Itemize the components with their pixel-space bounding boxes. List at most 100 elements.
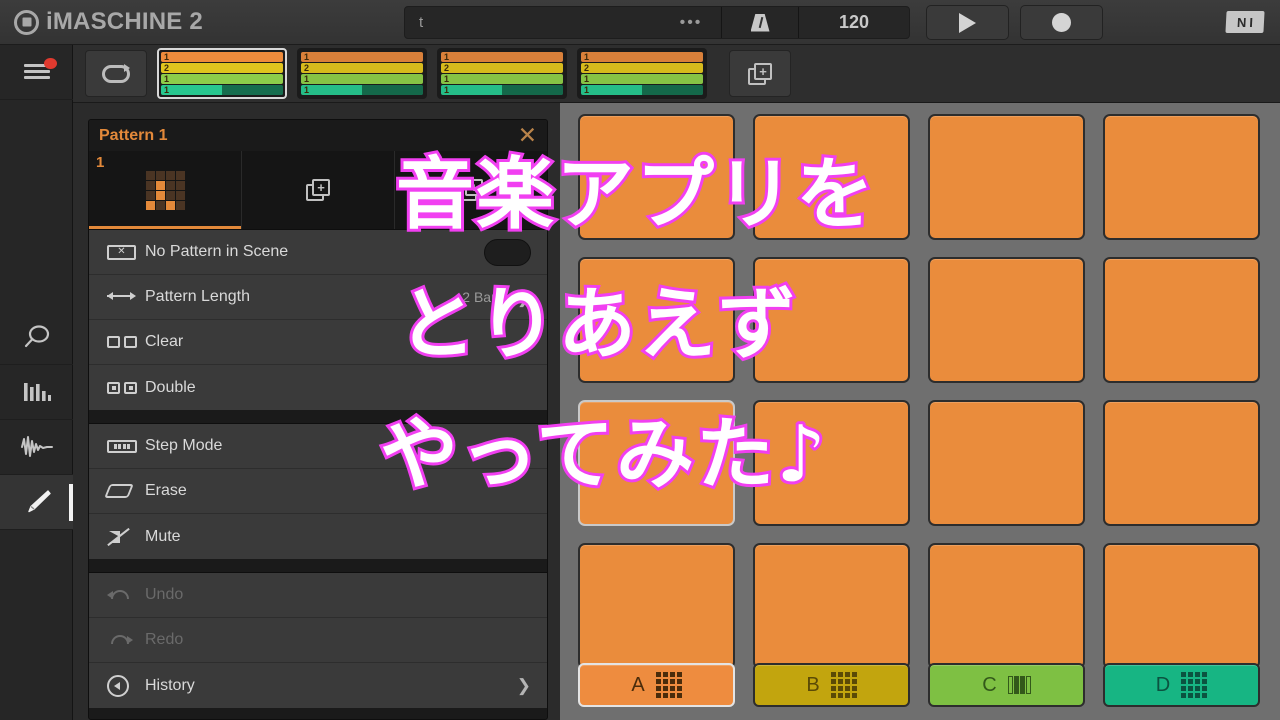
close-icon[interactable]: ✕	[518, 124, 537, 147]
scene-row[interactable]: 2	[161, 63, 283, 73]
pad[interactable]	[578, 257, 735, 383]
scene-row-number: 2	[304, 63, 310, 73]
menu-item-step-mode[interactable]: Step Mode	[89, 424, 547, 469]
scene-row[interactable]: 2	[441, 63, 563, 73]
loop-button[interactable]	[85, 50, 147, 97]
pad[interactable]	[1103, 257, 1260, 383]
app-title: iMASCHINE 2	[46, 8, 203, 35]
toggle-switch[interactable]	[484, 238, 531, 266]
pattern-cell	[145, 170, 155, 180]
scene-row[interactable]: 1	[301, 85, 423, 95]
add-pattern-tab[interactable]: +	[395, 151, 547, 229]
menu-item-pattern-length[interactable]: Pattern Length 2 Bars ❯	[89, 275, 547, 320]
menu-item-erase[interactable]: Erase	[89, 469, 547, 514]
record-button[interactable]	[1020, 5, 1103, 40]
group-button-b[interactable]: B	[753, 663, 910, 707]
menu-group-separator	[89, 559, 547, 572]
menu-item-no-pattern-in-scene[interactable]: ✕ No Pattern in Scene	[89, 230, 547, 275]
scene-slot[interactable]: 1211	[297, 48, 427, 99]
pad[interactable]	[1103, 400, 1260, 526]
scene-slot[interactable]: 1211	[437, 48, 567, 99]
pad-grid-cell	[1181, 686, 1187, 691]
pad-grid-cell	[662, 672, 668, 677]
ni-letter-n: N	[1236, 14, 1247, 30]
scene-row[interactable]: 1	[581, 74, 703, 84]
pad[interactable]	[928, 400, 1085, 526]
scene-row-number: 1	[304, 85, 310, 95]
pad[interactable]	[928, 543, 1085, 669]
menu-item-label: Pattern Length	[145, 288, 250, 305]
scene-row[interactable]: 1	[301, 52, 423, 62]
pattern-tab-active[interactable]: 1	[89, 151, 242, 229]
menu-item-mute[interactable]: Mute	[89, 514, 547, 559]
pad[interactable]	[1103, 114, 1260, 240]
group-button-letter: B	[806, 673, 820, 696]
pad-grid-cell	[830, 693, 836, 698]
scene-row[interactable]: 1	[441, 85, 563, 95]
waveform-icon	[20, 436, 53, 457]
pad-grid-cell	[1188, 686, 1194, 691]
add-pattern-tab[interactable]: +	[242, 151, 395, 229]
pattern-cell	[155, 200, 165, 210]
scene-row-number: 1	[304, 74, 310, 84]
metronome-button[interactable]	[722, 13, 798, 32]
scene-row[interactable]: 1	[441, 74, 563, 84]
pad[interactable]	[753, 400, 910, 526]
scene-row[interactable]: 1	[581, 85, 703, 95]
group-button-a[interactable]: A	[578, 663, 735, 707]
scene-row[interactable]: 2	[581, 63, 703, 73]
hamburger-menu-icon	[23, 58, 57, 80]
sidebar-item-levels[interactable]	[0, 365, 73, 420]
menu-item-clear[interactable]: Clear	[89, 320, 547, 365]
menu-item-redo: Redo	[89, 618, 547, 663]
menu-group-separator	[89, 410, 547, 423]
pad-grid-cell	[837, 672, 843, 677]
pad[interactable]	[1103, 543, 1260, 669]
menu-item-label: Step Mode	[145, 437, 223, 454]
project-name-field[interactable]: t ••• 120	[404, 6, 910, 39]
scene-row[interactable]: 1	[441, 52, 563, 62]
scene-row-empty-half	[502, 85, 563, 95]
pad-grid-cell	[655, 693, 661, 698]
scene-row[interactable]: 1	[581, 52, 703, 62]
group-button-c[interactable]: C	[928, 663, 1085, 707]
group-button-d[interactable]: D	[1103, 663, 1260, 707]
scene-row[interactable]: 1	[161, 74, 283, 84]
pattern-cell	[175, 190, 185, 200]
pad[interactable]	[753, 543, 910, 669]
pad[interactable]	[753, 114, 910, 240]
scene-row[interactable]: 1	[161, 85, 283, 95]
scene-row[interactable]: 1	[301, 74, 423, 84]
pad[interactable]	[928, 257, 1085, 383]
more-options-button[interactable]: •••	[661, 14, 721, 31]
scene-slot[interactable]: 1211	[157, 48, 287, 99]
pad-grid-cell	[844, 693, 850, 698]
pad[interactable]	[578, 400, 735, 526]
menu-item-history[interactable]: History ❯	[89, 663, 547, 708]
scene-slot[interactable]: 1211	[577, 48, 707, 99]
sidebar-item-edit[interactable]	[0, 475, 73, 530]
pad[interactable]	[578, 114, 735, 240]
scene-row-empty-half	[642, 85, 703, 95]
pad-grid-cell	[851, 679, 857, 684]
pad[interactable]	[928, 114, 1085, 240]
pad-grid-cell	[1202, 686, 1208, 691]
add-scene-button[interactable]: +	[729, 50, 791, 97]
scene-row-number: 1	[444, 74, 450, 84]
sidebar-item-waveform[interactable]	[0, 420, 73, 475]
tempo-value[interactable]: 120	[799, 12, 909, 33]
pad-grid-icon	[1181, 672, 1208, 698]
group-button-letter: D	[1155, 673, 1171, 696]
sidebar-item-browse[interactable]	[0, 310, 73, 365]
scene-row[interactable]: 2	[301, 63, 423, 73]
play-button[interactable]	[926, 5, 1009, 40]
menu-item-double[interactable]: Double	[89, 365, 547, 410]
pad[interactable]	[753, 257, 910, 383]
sidebar-item-menu[interactable]	[0, 45, 73, 100]
pad-grid-cell	[851, 686, 857, 691]
project-name-value[interactable]: t	[405, 14, 661, 31]
scene-row-number: 1	[164, 52, 170, 62]
pad[interactable]	[578, 543, 735, 669]
scene-row[interactable]: 1	[161, 52, 283, 62]
pattern-tab-number: 1	[96, 154, 105, 171]
